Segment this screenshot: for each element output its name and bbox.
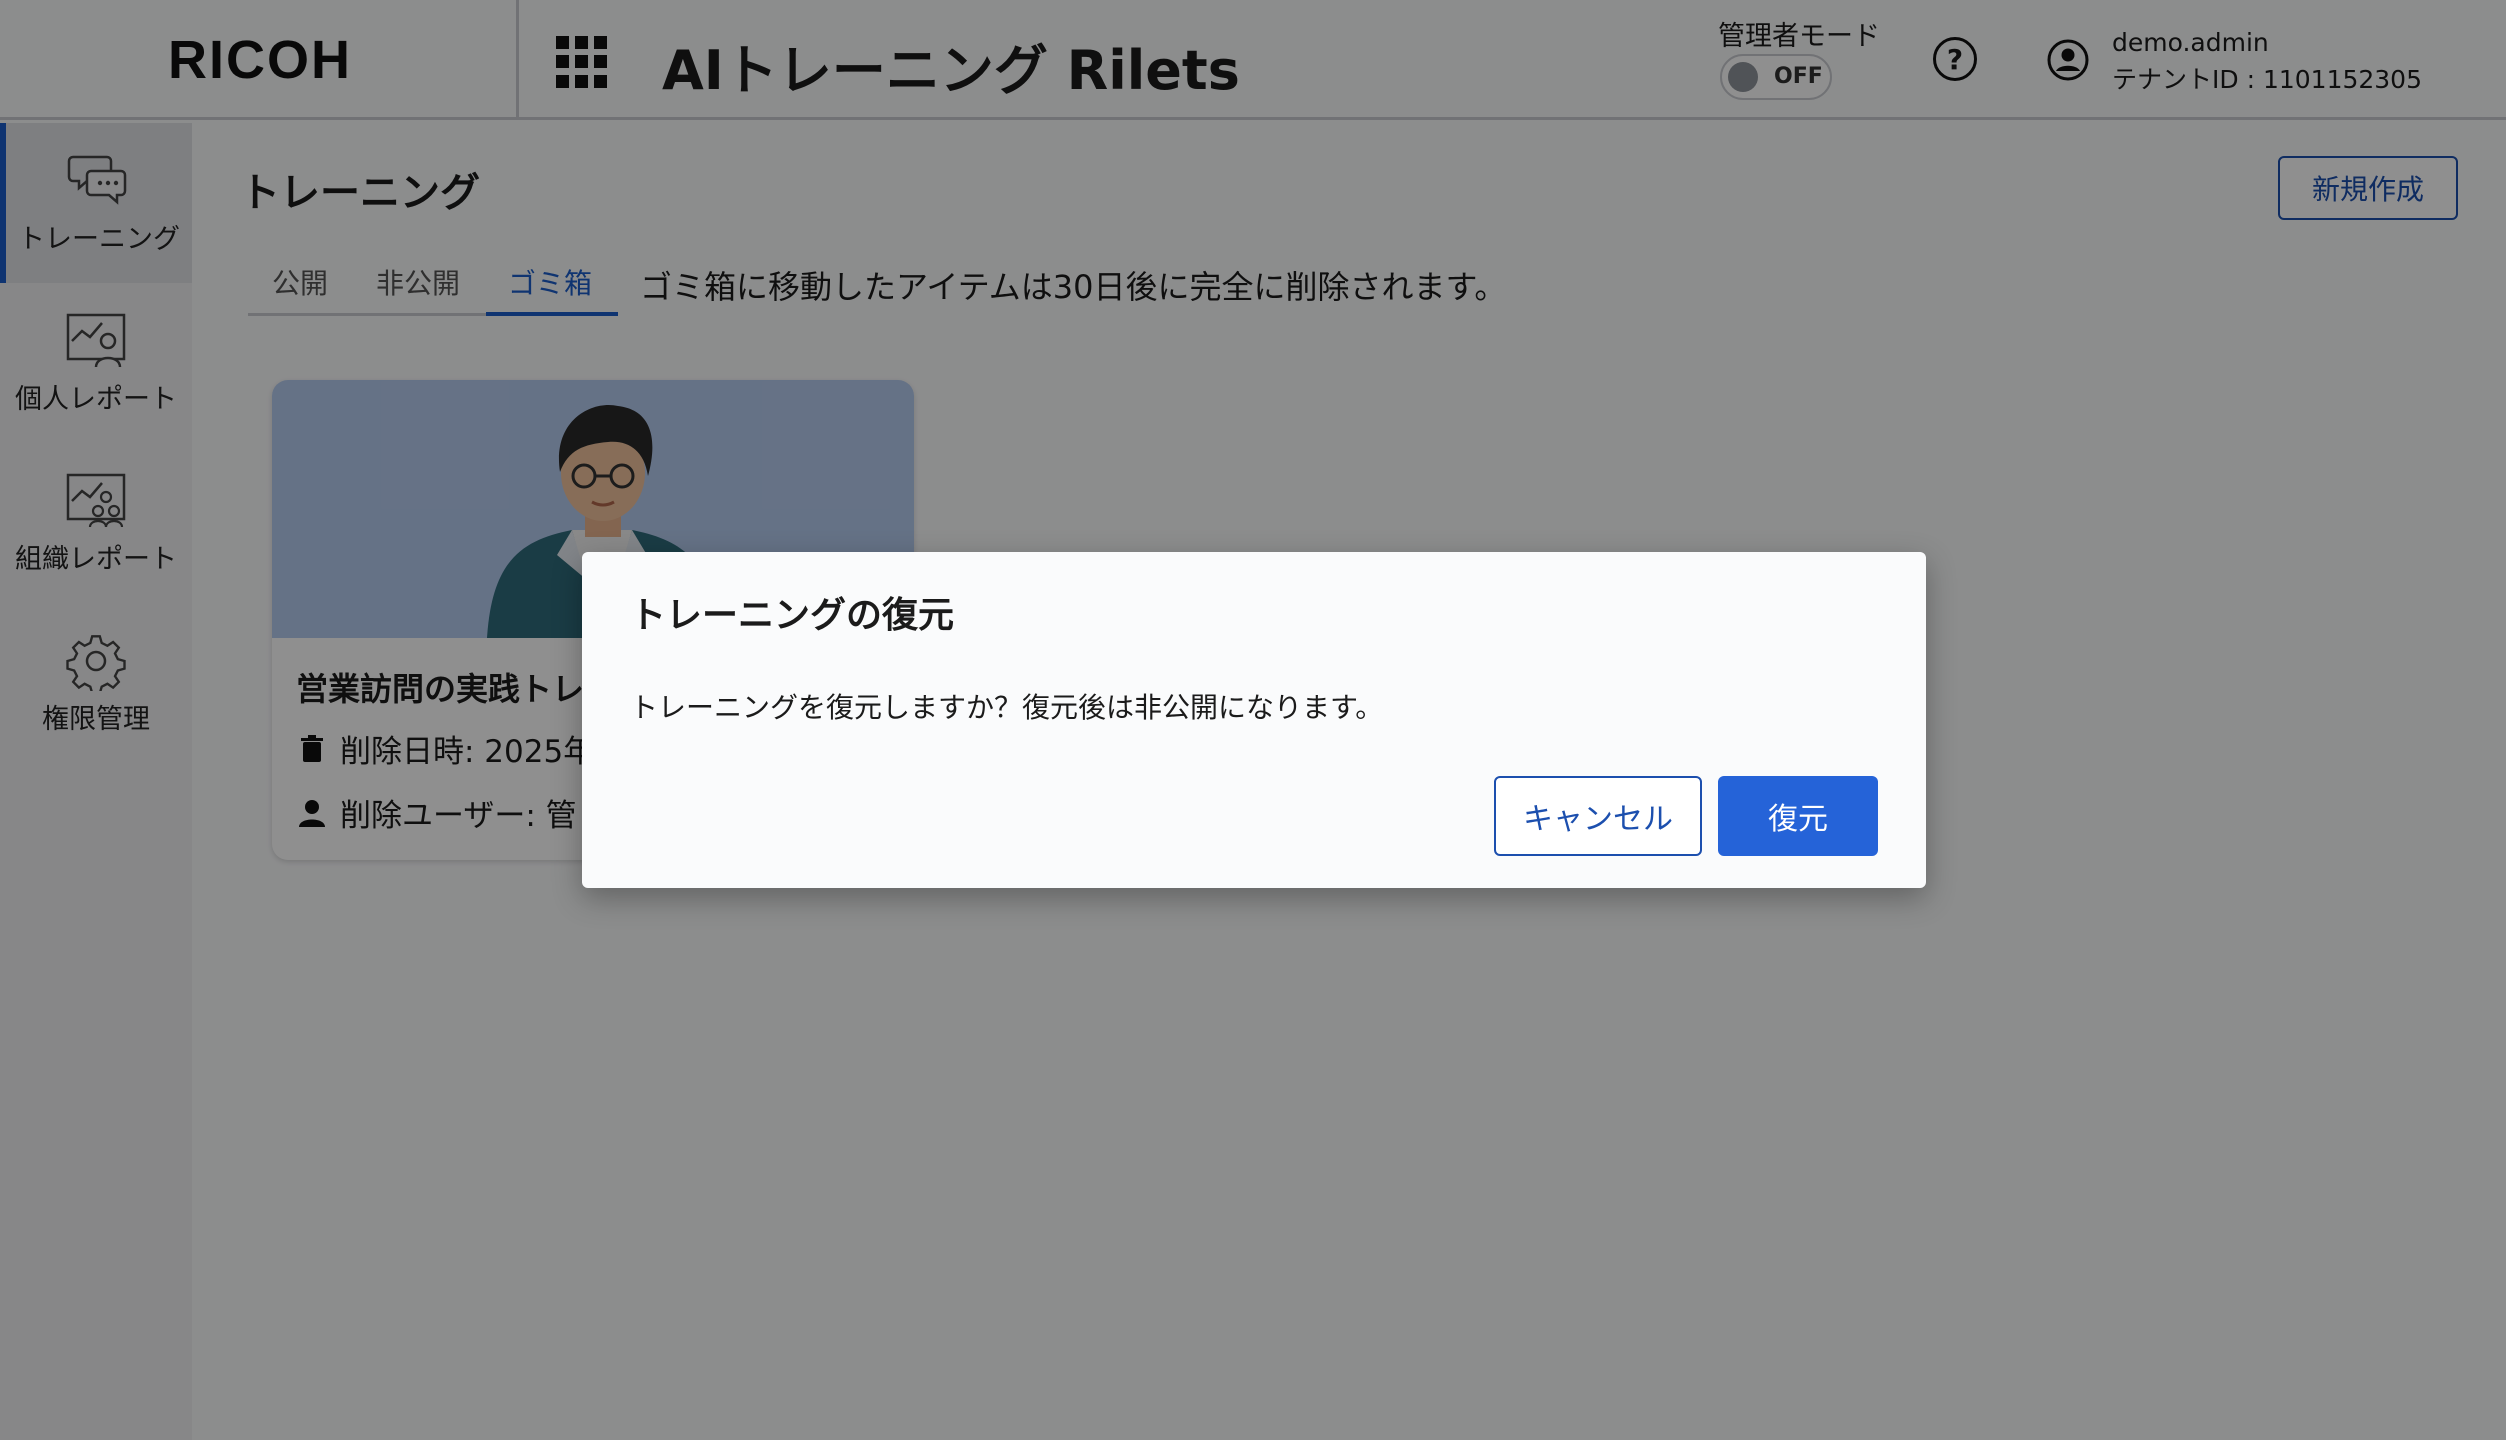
cancel-button[interactable]: キャンセル [1494,776,1702,856]
dialog-title: トレーニングの復元 [630,595,955,636]
restore-dialog: トレーニングの復元 トレーニングを復元しますか？復元後は非公開になります。 キャ… [582,552,1926,888]
dialog-message: トレーニングを復元しますか？復元後は非公開になります。 [630,691,1384,724]
restore-button[interactable]: 復元 [1718,776,1878,856]
